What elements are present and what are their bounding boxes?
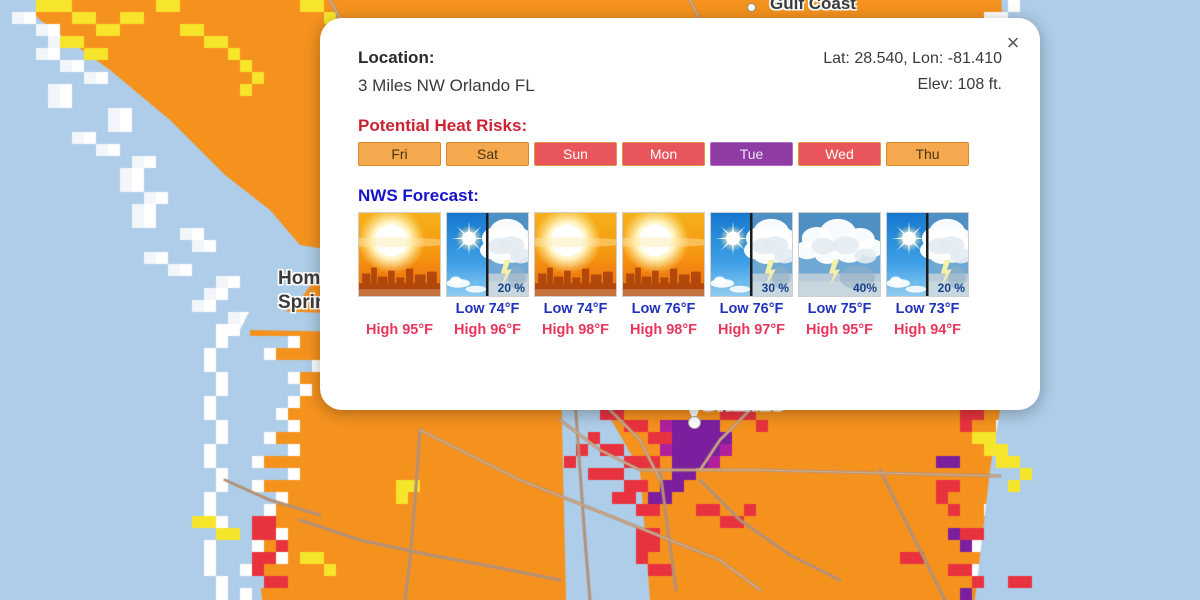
forecast-period: 20 % Low 73°F High 94°F — [886, 212, 969, 340]
hot-sunny-icon — [358, 212, 441, 297]
svg-text:30 %: 30 % — [762, 281, 790, 295]
forecast-temps: Low 76°F High 98°F — [622, 300, 705, 340]
forecast-low-temp — [358, 300, 441, 319]
forecast-period-row: High 95°F 20 % Low 74°F High 96°F Low 74°F Hi… — [358, 212, 1002, 340]
forecast-high-temp: High 96°F — [453, 322, 522, 338]
location-forecast-popup: × Location: 3 Miles NW Orlando FL Lat: 2… — [320, 18, 1040, 410]
pin-center-dot — [688, 416, 701, 429]
hot-sunny-icon — [622, 212, 705, 297]
location-name: 3 Miles NW Orlando FL — [358, 76, 535, 95]
forecast-high-temp: High 94°F — [893, 322, 962, 338]
forecast-period: 40% Low 75°F High 95°F — [798, 212, 881, 340]
forecast-temps: Low 74°F High 96°F — [446, 300, 529, 340]
svg-text:20 %: 20 % — [938, 281, 966, 295]
heat-risk-chip-mon[interactable]: Mon — [622, 142, 705, 166]
forecast-low-temp: Low 74°F — [455, 301, 520, 317]
forecast-low-temp: Low 76°F — [719, 301, 784, 317]
forecast-high-temp: High 95°F — [805, 322, 874, 338]
location-col-right: Lat: 28.540, Lon: -81.410 Elev: 108 ft. — [823, 50, 1002, 94]
forecast-high-temp: High 98°F — [541, 322, 610, 338]
forecast-period: Low 74°F High 98°F — [534, 212, 617, 340]
heat-risk-chip-thu[interactable]: Thu — [886, 142, 969, 166]
heat-risk-chip-wed[interactable]: Wed — [798, 142, 881, 166]
forecast-low-temp: Low 75°F — [807, 301, 872, 317]
svg-text:40%: 40% — [853, 281, 877, 295]
close-icon[interactable]: × — [996, 26, 1030, 60]
location-col-left: Location: 3 Miles NW Orlando FL — [358, 48, 535, 96]
map-city-dot — [747, 3, 756, 12]
nws-forecast-title: NWS Forecast: — [358, 186, 479, 205]
forecast-low-temp: Low 74°F — [543, 301, 608, 317]
forecast-period: 30 % Low 76°F High 97°F — [710, 212, 793, 340]
thunderstorm-icon: 40% — [798, 212, 881, 297]
forecast-temps: Low 74°F High 98°F — [534, 300, 617, 340]
location-header: Location: 3 Miles NW Orlando FL Lat: 28.… — [358, 48, 1002, 96]
location-title: Location: — [358, 48, 435, 67]
hot-sunny-icon — [534, 212, 617, 297]
forecast-high-temp: High 98°F — [629, 322, 698, 338]
heat-risk-chip-tue[interactable]: Tue — [710, 142, 793, 166]
forecast-high-temp: High 97°F — [717, 322, 786, 338]
forecast-period: Low 76°F High 98°F — [622, 212, 705, 340]
heat-risk-chip-sun[interactable]: Sun — [534, 142, 617, 166]
location-elevation: Elev: 108 ft. — [917, 76, 1003, 93]
sunny-then-tstorm-icon: 30 % — [710, 212, 793, 297]
forecast-period: 20 % Low 74°F High 96°F — [446, 212, 529, 340]
heat-risk-chip-sat[interactable]: Sat — [446, 142, 529, 166]
svg-text:20 %: 20 % — [498, 281, 526, 295]
forecast-period: High 95°F — [358, 212, 441, 340]
sunny-then-tstorm-icon: 20 % — [886, 212, 969, 297]
forecast-high-temp: High 95°F — [365, 322, 434, 338]
forecast-temps: High 95°F — [358, 300, 441, 340]
forecast-low-temp: Low 76°F — [631, 301, 696, 317]
heat-risks-title: Potential Heat Risks: — [358, 116, 528, 135]
heat-risk-day-row: Fri Sat Sun Mon Tue Wed Thu — [358, 142, 1002, 166]
location-latlon: Lat: 28.540, Lon: -81.410 — [823, 50, 1002, 67]
forecast-temps: Low 76°F High 97°F — [710, 300, 793, 340]
popup-content: Location: 3 Miles NW Orlando FL Lat: 28.… — [320, 18, 1040, 340]
forecast-temps: Low 75°F High 95°F — [798, 300, 881, 340]
forecast-low-temp: Low 73°F — [895, 301, 960, 317]
sunny-then-tstorm-icon: 20 % — [446, 212, 529, 297]
forecast-temps: Low 73°F High 94°F — [886, 300, 969, 340]
heat-risk-chip-fri[interactable]: Fri — [358, 142, 441, 166]
